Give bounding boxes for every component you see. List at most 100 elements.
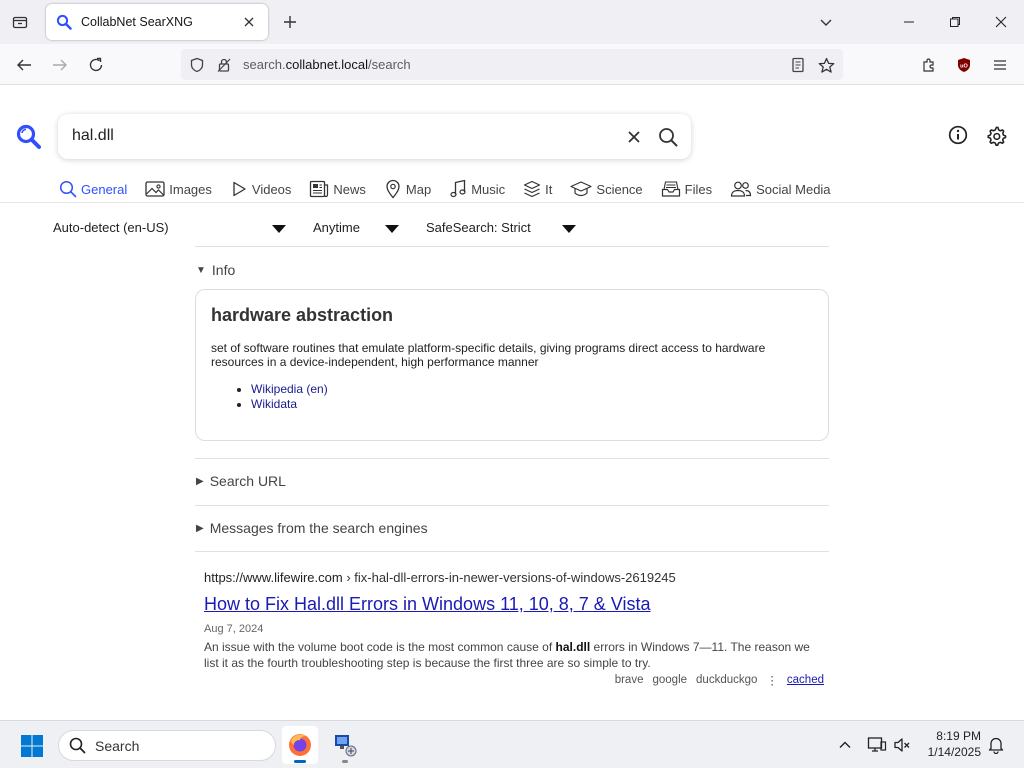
list-all-tabs-chevron-icon[interactable]	[814, 10, 838, 34]
close-window-icon[interactable]	[989, 10, 1013, 34]
safesearch-select[interactable]: SafeSearch: Strict	[426, 220, 531, 235]
info-about-icon[interactable]	[947, 124, 969, 146]
clear-search-icon[interactable]	[623, 126, 645, 148]
header-divider	[0, 202, 1024, 203]
search-url-toggle[interactable]: ▶ Search URL	[196, 473, 286, 489]
infobox-links: Wikipedia (en) Wikidata	[251, 382, 328, 412]
tab-map[interactable]: Map	[384, 177, 431, 201]
result-url[interactable]: https://www.lifewire.com › fix-hal-dll-e…	[204, 570, 824, 585]
tab-close-icon[interactable]	[240, 13, 258, 31]
browser-tab[interactable]: CollabNet SearXNG	[46, 4, 268, 40]
search-url-label: Search URL	[209, 473, 286, 489]
searxng-logo-icon[interactable]	[15, 123, 43, 151]
language-select[interactable]: Auto-detect (en-US)	[53, 220, 169, 235]
people-icon	[731, 181, 752, 197]
shield-icon[interactable]	[188, 56, 206, 74]
tab-general[interactable]: General	[59, 177, 127, 201]
tab-list-icon[interactable]	[8, 10, 32, 34]
tab-images[interactable]: Images	[145, 177, 212, 201]
tab-videos[interactable]: Videos	[230, 177, 291, 201]
info-toggle[interactable]: ▼ Info	[196, 262, 235, 278]
windows-taskbar: Search 8:19 PM 1/14/2025	[0, 720, 1024, 768]
tab-news[interactable]: News	[309, 177, 366, 201]
extensions-puzzle-icon[interactable]	[917, 53, 941, 77]
page-info-icon[interactable]	[215, 56, 233, 74]
divider	[195, 551, 829, 552]
engine-duckduckgo: duckduckgo	[696, 674, 758, 686]
firefox-taskbar-icon[interactable]	[282, 726, 318, 764]
triangle-down-icon: ▼	[196, 264, 206, 276]
result-engines: brave google duckduckgo ⋮ cached	[615, 673, 824, 687]
school-icon	[570, 181, 593, 197]
taskbar-search[interactable]: Search	[58, 730, 276, 761]
tab-science-label: Science	[596, 181, 643, 197]
clock-date: 1/14/2025	[927, 745, 981, 759]
language-dropdown-icon[interactable]	[272, 225, 286, 233]
search-submit-icon[interactable]	[657, 126, 679, 148]
engine-brave: brave	[614, 674, 644, 686]
hamburger-menu-icon[interactable]	[988, 53, 1012, 77]
tab-images-label: Images	[169, 181, 212, 197]
map-pin-icon	[386, 179, 400, 199]
play-icon	[233, 181, 246, 197]
file-tray-icon	[661, 181, 680, 197]
result-snippet: An issue with the volume boot code is th…	[204, 639, 814, 671]
new-tab-icon[interactable]	[279, 11, 301, 33]
system-clock[interactable]: 8:19 PM 1/14/2025	[928, 728, 981, 760]
network-icon[interactable]	[866, 734, 888, 756]
search-box[interactable]: hal.dll	[58, 114, 691, 159]
divider	[195, 505, 829, 506]
wikipedia-link[interactable]: Wikipedia (en)	[251, 382, 328, 396]
tab-files[interactable]: Files	[661, 177, 712, 201]
url-bar[interactable]: search.collabnet.local/search	[181, 49, 843, 80]
chevron-up-icon[interactable]	[834, 734, 856, 756]
restore-icon[interactable]	[943, 10, 967, 34]
bookmark-star-icon[interactable]	[817, 56, 835, 74]
time-range-dropdown-icon[interactable]	[385, 225, 399, 233]
result-title-link[interactable]: How to Fix Hal.dll Errors in Windows 11,…	[204, 594, 651, 615]
reload-icon[interactable]	[84, 53, 108, 77]
tab-social-media[interactable]: Social Media	[730, 177, 831, 201]
result-url-host: https://www.lifewire.com	[204, 570, 343, 585]
divider	[195, 246, 829, 247]
layers-icon	[524, 180, 541, 198]
svg-text:uO: uO	[960, 64, 968, 70]
preferences-gear-icon[interactable]	[985, 124, 1007, 146]
windows-start-icon[interactable]	[20, 734, 44, 758]
engine-messages-label: Messages from the search engines	[209, 520, 428, 536]
back-arrow-icon[interactable]	[12, 53, 36, 77]
safesearch-dropdown-icon[interactable]	[562, 225, 576, 233]
taskbar-search-label: Search	[95, 737, 140, 754]
reader-view-icon[interactable]	[789, 56, 807, 74]
kebab-icon: ⋮	[766, 675, 778, 687]
searxng-page: hal.dll General Images Videos News Map M…	[0, 85, 1024, 720]
divider	[195, 458, 829, 459]
engine-messages-toggle[interactable]: ▶ Messages from the search engines	[196, 520, 428, 536]
url-path: /search	[368, 57, 411, 72]
info-toggle-label: Info	[211, 262, 236, 278]
triangle-right-icon: ▶	[196, 475, 204, 487]
volume-muted-icon[interactable]	[891, 734, 913, 756]
search-input[interactable]: hal.dll	[72, 127, 114, 145]
time-range-select[interactable]: Anytime	[313, 220, 360, 235]
tab-map-label: Map	[405, 181, 432, 197]
category-tabs: General Images Videos News Map Music It	[59, 177, 849, 201]
tab-music-label: Music	[471, 181, 506, 197]
forward-arrow-icon[interactable]	[48, 53, 72, 77]
network-app-taskbar-icon[interactable]	[327, 726, 363, 764]
tab-science[interactable]: Science	[570, 177, 643, 201]
url-text[interactable]: search.collabnet.local/search	[243, 57, 411, 72]
wikidata-link[interactable]: Wikidata	[251, 397, 297, 411]
minimize-icon[interactable]	[897, 10, 921, 34]
newspaper-icon	[310, 180, 329, 198]
result-url-path: › fix-hal-dll-errors-in-newer-versions-o…	[346, 570, 676, 585]
list-item: Wikidata	[251, 397, 328, 412]
tab-music[interactable]: Music	[449, 177, 505, 201]
tab-bar: CollabNet SearXNG	[0, 0, 1024, 44]
ublock-origin-icon[interactable]: uO	[952, 53, 976, 77]
tab-general-label: General	[81, 181, 128, 197]
tab-it[interactable]: It	[523, 177, 552, 201]
notification-bell-icon[interactable]	[985, 734, 1007, 756]
tab-title: CollabNet SearXNG	[81, 15, 193, 29]
cached-link[interactable]: cached	[787, 674, 824, 686]
